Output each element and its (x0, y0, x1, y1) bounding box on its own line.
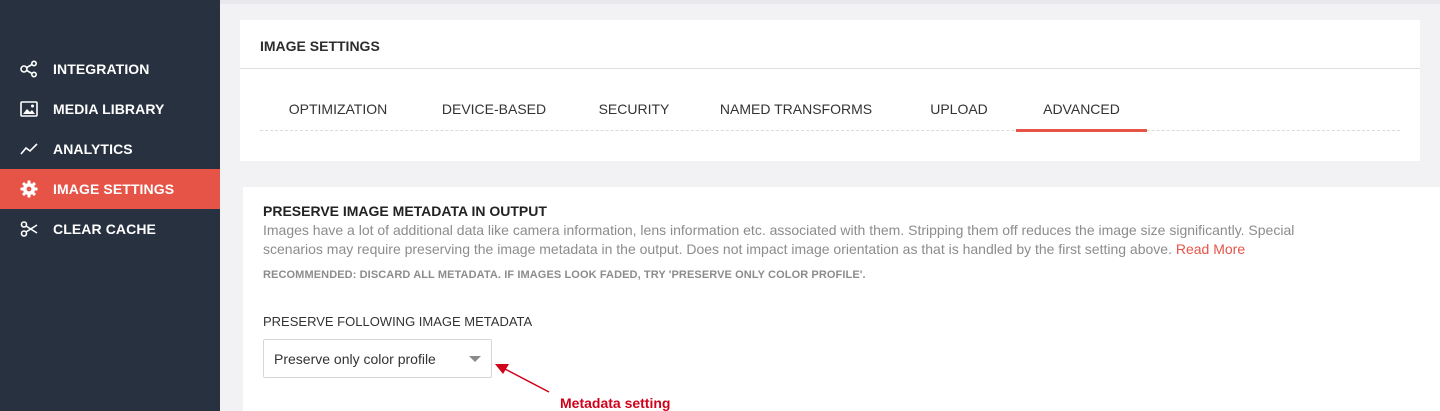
sidebar: INTEGRATION MEDIA LIBRARY ANALYTICS IMAG… (0, 0, 220, 411)
annotation-label: Metadata setting (560, 395, 671, 411)
tab-named-transforms[interactable]: NAMED TRANSFORMS (696, 89, 896, 131)
trend-line-icon (19, 139, 39, 159)
settings-card: IMAGE SETTINGS OPTIMIZATION DEVICE-BASED… (240, 20, 1420, 161)
metadata-select[interactable]: Preserve only color profile (263, 339, 492, 378)
tab-advanced[interactable]: ADVANCED (1016, 89, 1147, 132)
share-nodes-icon (19, 59, 39, 79)
page-title: IMAGE SETTINGS (260, 38, 380, 54)
chevron-down-icon (469, 356, 481, 362)
sidebar-item-integration[interactable]: INTEGRATION (0, 49, 220, 89)
image-icon (19, 99, 39, 119)
tab-device-based[interactable]: DEVICE-BASED (416, 89, 572, 131)
description-text: Images have a lot of additional data lik… (263, 222, 1295, 257)
sidebar-item-label: ANALYTICS (53, 141, 133, 157)
sidebar-item-label: CLEAR CACHE (53, 221, 156, 237)
metadata-panel: PRESERVE IMAGE METADATA IN OUTPUT Images… (243, 187, 1440, 411)
sidebar-item-analytics[interactable]: ANALYTICS (0, 129, 220, 169)
sidebar-item-label: IMAGE SETTINGS (53, 181, 175, 197)
recommendation-text: RECOMMENDED: DISCARD ALL METADATA. IF IM… (263, 269, 866, 281)
gear-icon (19, 179, 39, 199)
section-description: Images have a lot of additional data lik… (263, 221, 1353, 259)
metadata-field-label: PRESERVE FOLLOWING IMAGE METADATA (263, 314, 533, 329)
sidebar-item-label: INTEGRATION (53, 61, 150, 77)
tab-upload[interactable]: UPLOAD (896, 89, 1022, 131)
tab-bar: OPTIMIZATION DEVICE-BASED SECURITY NAMED… (260, 89, 1400, 132)
sidebar-item-clear-cache[interactable]: CLEAR CACHE (0, 209, 220, 249)
read-more-link[interactable]: Read More (1176, 241, 1245, 257)
section-title: PRESERVE IMAGE METADATA IN OUTPUT (263, 203, 547, 219)
scissors-icon (19, 219, 39, 239)
tab-security[interactable]: SECURITY (572, 89, 696, 131)
sidebar-item-image-settings[interactable]: IMAGE SETTINGS (0, 169, 220, 209)
sidebar-item-media-library[interactable]: MEDIA LIBRARY (0, 89, 220, 129)
sidebar-item-label: MEDIA LIBRARY (53, 101, 165, 117)
top-bar (220, 0, 1440, 4)
tab-optimization[interactable]: OPTIMIZATION (260, 89, 416, 131)
select-value: Preserve only color profile (274, 351, 436, 367)
divider (240, 68, 1420, 69)
